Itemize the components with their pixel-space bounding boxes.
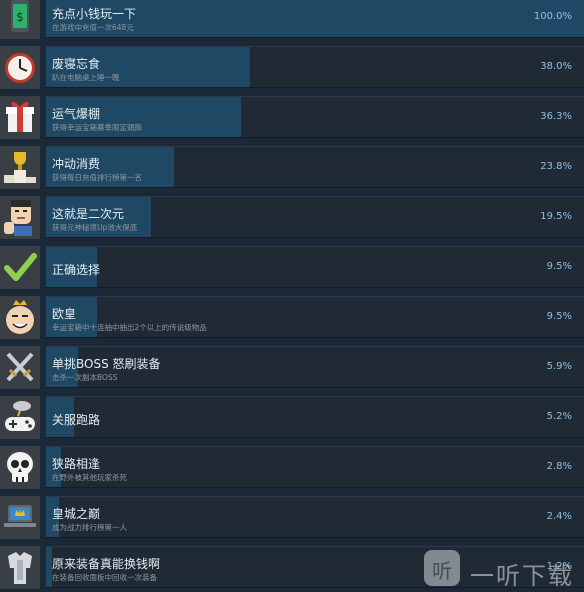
achievement-panel: 充点小钱玩一下 在游戏中充值一次648元 100.0% [46, 0, 584, 38]
achievement-name: 冲动消费 [52, 157, 101, 171]
achievement-desc: 获得每日充值排行榜第一名 [52, 173, 142, 182]
achievement-panel: 皇城之巅 成为战力排行榜第一人 2.4% [46, 496, 584, 538]
achievement-name: 皇城之巅 [52, 507, 101, 521]
achievement-row[interactable]: 欧皇 幸运宝箱中十连抽中抽出2个以上的传说级物品 9.5% [0, 296, 584, 342]
achievement-name: 关服跑路 [52, 413, 101, 427]
achievement-desc: 获得幸运宝箱赛季限定頭飾 [52, 123, 142, 132]
achievement-row[interactable]: $ 充点小钱玩一下 在游戏中充值一次648元 100.0% [0, 0, 584, 42]
achievement-percent: 9.5% [546, 261, 572, 272]
achievement-name: 狭路相逢 [52, 457, 101, 471]
phone-money-icon: $ [0, 0, 40, 39]
achievement-percent: 19.5% [540, 211, 572, 222]
achievement-row[interactable]: 关服跑路 5.2% [0, 396, 584, 442]
achievement-panel: 冲动消费 获得每日充值排行榜第一名 23.8% [46, 146, 584, 188]
achievement-panel: 运气爆棚 获得幸运宝箱赛季限定頭飾 36.3% [46, 96, 584, 138]
skull-icon [0, 446, 40, 489]
achievement-name: 这就是二次元 [52, 207, 125, 221]
achievement-row[interactable]: 皇城之巅 成为战力排行榜第一人 2.4% [0, 496, 584, 542]
achievement-name: 欧皇 [52, 307, 77, 321]
achievement-row[interactable]: 冲动消费 获得每日充值排行榜第一名 23.8% [0, 146, 584, 192]
achievement-row[interactable]: 这就是二次元 获得元神秘境Up池大保底 19.5% [0, 196, 584, 242]
achievement-percent: 36.3% [540, 111, 572, 122]
achievement-desc: 在游戏中充值一次648元 [52, 23, 134, 32]
achievement-desc: 获得元神秘境Up池大保底 [52, 223, 138, 232]
achievement-desc: 在野外被其他玩家杀死 [52, 473, 127, 482]
achievement-name: 正确选择 [52, 263, 101, 277]
svg-text:$: $ [16, 10, 24, 24]
achievement-row[interactable]: 狭路相逢 在野外被其他玩家杀死 2.8% [0, 446, 584, 492]
achievement-row[interactable]: 单挑BOSS 怒刷装备 击杀一次副本BOSS 5.9% [0, 346, 584, 392]
achievement-desc: 在装备回收面板中回收一次装备 [52, 573, 157, 582]
achievement-panel: 正确选择 9.5% [46, 246, 584, 288]
thumbs-up-face-icon [0, 196, 40, 239]
achievement-desc: 成为战力排行榜第一人 [52, 523, 127, 532]
achievement-row[interactable]: 废寝忘食 趴在电脑桌上睡一晚 38.0% [0, 46, 584, 92]
gamepad-cloud-icon [0, 396, 40, 439]
achievement-percent: 2.8% [546, 461, 572, 472]
watermark-logo: 听 [424, 550, 460, 586]
achievement-percent: 100.0% [533, 11, 572, 22]
watermark-text: 一听下载 [470, 562, 574, 590]
watermark: 听 一听下载 [422, 546, 584, 592]
alarm-clock-icon [0, 46, 40, 89]
achievement-desc: 趴在电脑桌上睡一晚 [52, 73, 120, 82]
achievement-row[interactable]: 正确选择 9.5% [0, 246, 584, 292]
achievement-name: 原来装备真能换钱啊 [52, 557, 161, 571]
achievement-name: 运气爆棚 [52, 107, 101, 121]
achievement-percent: 23.8% [540, 161, 572, 172]
achievement-panel: 废寝忘食 趴在电脑桌上睡一晚 38.0% [46, 46, 584, 88]
achievement-name: 单挑BOSS 怒刷装备 [52, 357, 161, 371]
achievement-row[interactable]: 运气爆棚 获得幸运宝箱赛季限定頭飾 36.3% [0, 96, 584, 142]
achievement-panel: 单挑BOSS 怒刷装备 击杀一次副本BOSS 5.9% [46, 346, 584, 388]
achievement-percent: 5.9% [546, 361, 572, 372]
achievement-percent: 38.0% [540, 61, 572, 72]
achievement-percent: 9.5% [546, 311, 572, 322]
achievement-panel: 关服跑路 5.2% [46, 396, 584, 438]
achievement-panel: 欧皇 幸运宝箱中十连抽中抽出2个以上的传说级物品 9.5% [46, 296, 584, 338]
laptop-crown-icon [0, 496, 40, 539]
trophy-podium-icon [0, 146, 40, 189]
armor-icon [0, 546, 40, 589]
achievement-panel: 这就是二次元 获得元神秘境Up池大保底 19.5% [46, 196, 584, 238]
achievement-percent: 2.4% [546, 511, 572, 522]
achievement-name: 废寝忘食 [52, 57, 101, 71]
achievement-desc: 幸运宝箱中十连抽中抽出2个以上的传说级物品 [52, 323, 207, 332]
checkmark-icon [0, 246, 40, 289]
watermark-logo-char: 听 [432, 559, 452, 583]
achievement-panel: 狭路相逢 在野外被其他玩家杀死 2.8% [46, 446, 584, 488]
gift-box-icon [0, 96, 40, 139]
achievement-name: 充点小钱玩一下 [52, 7, 137, 21]
achievement-percent: 5.2% [546, 411, 572, 422]
crowned-face-icon [0, 296, 40, 339]
crossed-swords-icon [0, 346, 40, 389]
achievement-desc: 击杀一次副本BOSS [52, 373, 118, 382]
